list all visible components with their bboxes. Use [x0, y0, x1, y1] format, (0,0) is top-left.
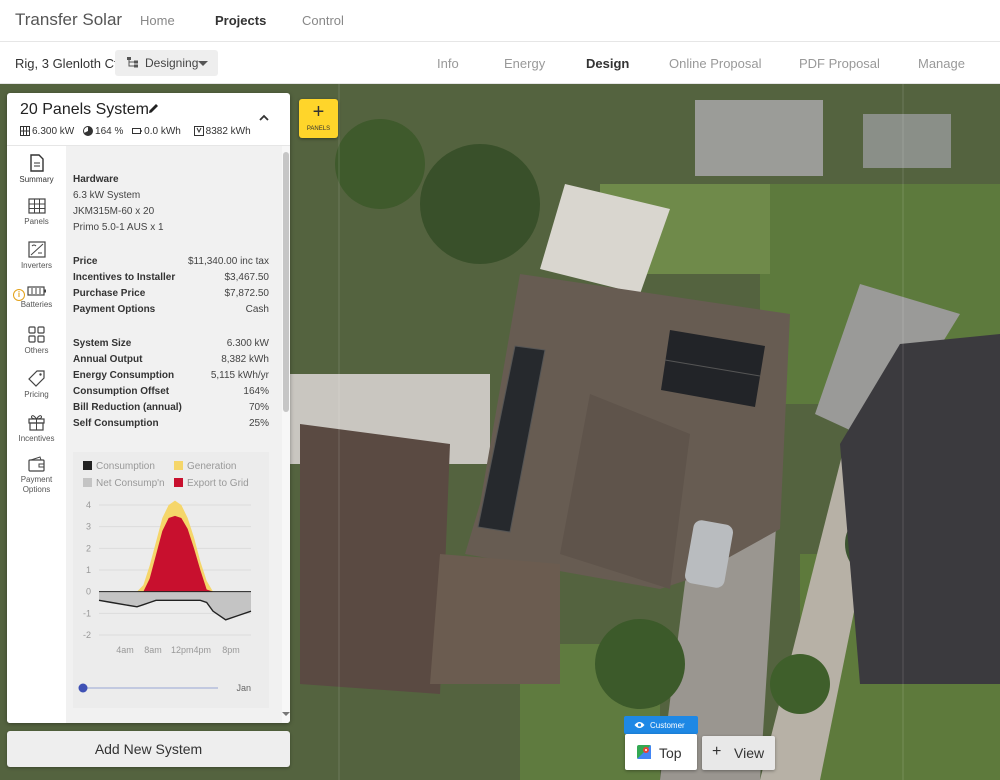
tab-info[interactable]: Info: [437, 56, 459, 71]
incentives-row: Incentives to Installer $3,467.50: [73, 272, 269, 283]
mode-dropdown-label: Designing: [145, 56, 199, 70]
payment-options-row: Payment Options Cash: [73, 304, 269, 315]
hardware-panels: JKM315M-60 x 20: [73, 206, 155, 217]
tag-icon: [28, 370, 45, 387]
sidebar-item-others[interactable]: Others: [7, 326, 66, 355]
y-tick-label: 0: [86, 587, 91, 597]
export-to-grid-area: [99, 515, 251, 592]
add-panels-button[interactable]: + PANELS: [299, 99, 338, 138]
purchase-price-row: Purchase Price $7,872.50: [73, 288, 269, 299]
inverter-icon: [193, 126, 204, 136]
stat-size: 6.300 kW: [20, 126, 74, 137]
y-tick-label: -2: [83, 630, 91, 640]
sidebar-item-incentives[interactable]: Incentives: [7, 413, 66, 443]
sidebar-item-panels[interactable]: Panels: [7, 198, 66, 226]
top-view-button[interactable]: Top: [625, 734, 697, 770]
consumption-offset-row: Consumption Offset 164%: [73, 386, 269, 397]
tab-energy[interactable]: Energy: [504, 56, 545, 71]
add-view-button[interactable]: + View: [702, 736, 775, 770]
customer-view-badge: Customer: [624, 716, 698, 734]
document-icon: [29, 154, 44, 172]
y-tick-label: 3: [86, 522, 91, 532]
nav-control[interactable]: Control: [302, 13, 344, 28]
energy-consumption-row: Energy Consumption 5,115 kWh/yr: [73, 370, 269, 381]
scroll-thumb[interactable]: [283, 152, 289, 412]
gift-icon: [28, 415, 45, 431]
system-size-row: System Size 6.300 kW: [73, 338, 269, 349]
legend-export-to-grid: Export to Grid: [174, 478, 249, 489]
system-title: 20 Panels System: [20, 101, 149, 118]
hardware-heading: Hardware: [73, 174, 119, 185]
y-tick-label: 1: [86, 565, 91, 575]
chevron-up-icon[interactable]: [259, 113, 269, 123]
summary-content: Hardware 6.3 kW System JKM315M-60 x 20 P…: [66, 146, 282, 723]
sidebar-item-pricing[interactable]: Pricing: [7, 370, 66, 399]
y-tick-label: -1: [83, 608, 91, 618]
system-panel: 20 Panels System 6.300 kW 164 % 0.0 kWh …: [7, 93, 290, 723]
battery-icon: [26, 286, 46, 296]
battery-icon: [132, 128, 142, 134]
solar-panel-icon: [20, 126, 30, 136]
tab-manage[interactable]: Manage: [918, 56, 965, 71]
top-bar: Transfer Solar Home Projects Control: [0, 0, 1000, 42]
grid-icon: [28, 326, 45, 343]
legend-net-consumption: Net Consump'n: [83, 478, 165, 489]
solar-panel-icon: [27, 198, 46, 214]
side-nav: Summary Panels i Inverters Batteries Oth…: [7, 146, 66, 723]
tab-pdf-proposal[interactable]: PDF Proposal: [799, 56, 880, 71]
nav-home[interactable]: Home: [140, 13, 175, 28]
inverter-icon: [27, 241, 46, 258]
sidebar-item-inverters[interactable]: Inverters: [7, 241, 66, 270]
legend-generation: Generation: [174, 461, 236, 472]
hardware-system: 6.3 kW System: [73, 190, 141, 201]
project-bar: Rig, 3 Glenloth Ct Designing Info Energy…: [0, 42, 1000, 84]
chart-plot: 4 3 2 1 0 -1 -2 4am 8am 12pm4pm 8pm Jan: [78, 500, 252, 693]
price-row: Price $11,340.00 inc tax: [73, 256, 269, 267]
add-new-system-button[interactable]: Add New System: [7, 731, 290, 767]
pencil-icon[interactable]: [147, 102, 160, 115]
tab-design[interactable]: Design: [586, 56, 629, 71]
system-stats: 6.300 kW 164 % 0.0 kWh 8382 kWh: [20, 126, 257, 137]
legend-consumption: Consumption: [83, 461, 155, 472]
net-consumption-area: [99, 591, 251, 620]
nav-projects[interactable]: Projects: [215, 13, 266, 28]
eye-icon: [634, 722, 645, 728]
add-panels-label: PANELS: [306, 126, 331, 132]
project-address: Rig, 3 Glenloth Ct: [15, 56, 118, 71]
stat-output: 8382 kWh: [193, 126, 251, 137]
self-consumption-row: Self Consumption 25%: [73, 418, 269, 429]
x-tick-label: 12pm4pm: [171, 645, 211, 655]
x-tick-label: 4am: [116, 645, 134, 655]
wallet-icon: [27, 456, 45, 472]
sidebar-item-batteries[interactable]: Batteries: [7, 285, 66, 309]
hardware-inverter: Primo 5.0-1 AUS x 1: [73, 222, 164, 233]
tab-online-proposal[interactable]: Online Proposal: [669, 56, 762, 71]
scrollbar[interactable]: [282, 146, 290, 723]
app-title[interactable]: Transfer Solar: [15, 10, 122, 30]
map-pin-icon: [637, 745, 651, 759]
stat-battery: 0.0 kWh: [132, 126, 181, 137]
x-tick-label: 8am: [144, 645, 162, 655]
sidebar-item-summary[interactable]: Summary: [7, 154, 66, 184]
stat-offset: 164 %: [83, 126, 123, 137]
y-tick-label: 2: [86, 543, 91, 553]
x-tick-label: 8pm: [222, 645, 240, 655]
bill-reduction-row: Bill Reduction (annual) 70%: [73, 402, 269, 413]
hierarchy-icon: [127, 57, 138, 68]
plus-icon: +: [712, 743, 722, 760]
pie-icon: [83, 126, 94, 136]
sidebar-item-payment-options[interactable]: Payment Options: [7, 456, 66, 495]
month-slider-handle[interactable]: [78, 683, 88, 693]
chevron-down-icon: [198, 61, 208, 66]
energy-chart: Consumption Generation Net Consump'n Exp…: [73, 452, 269, 708]
plus-icon: +: [312, 101, 325, 123]
scroll-down-arrow-icon[interactable]: [282, 712, 290, 716]
month-label: Jan: [236, 683, 251, 693]
mode-dropdown[interactable]: Designing: [115, 50, 218, 76]
annual-output-row: Annual Output 8,382 kWh: [73, 354, 269, 365]
y-tick-label: 4: [86, 500, 91, 510]
